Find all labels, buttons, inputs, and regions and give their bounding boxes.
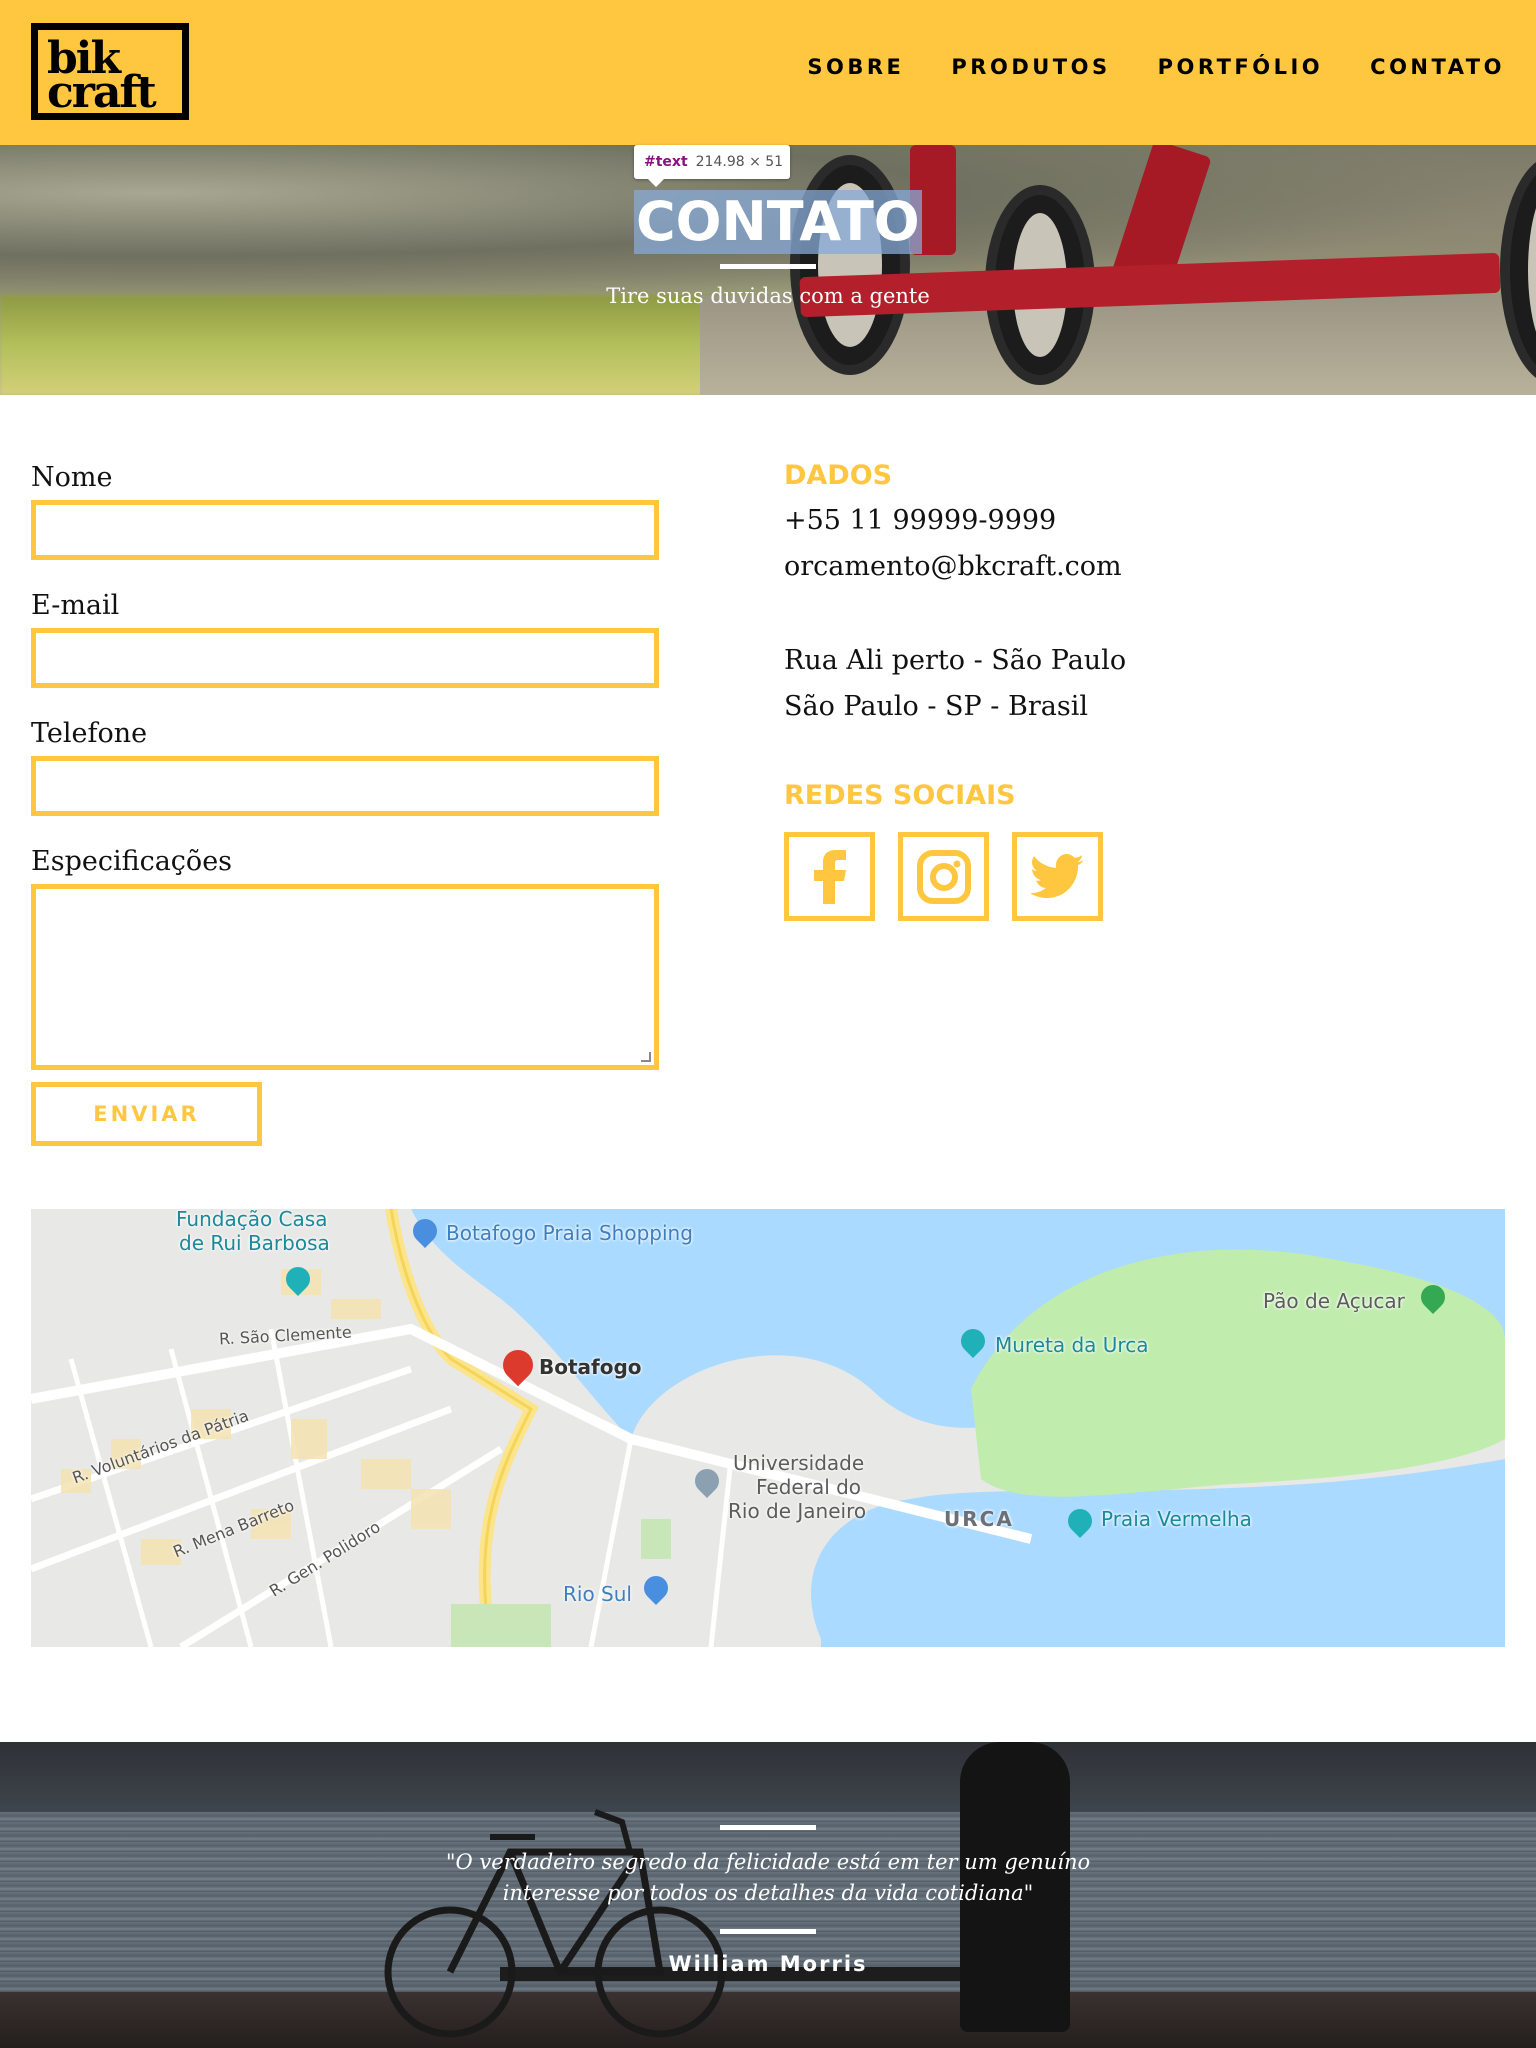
logo[interactable]: bik craft xyxy=(31,23,189,120)
specs-textarea[interactable] xyxy=(31,884,659,1070)
contact-email: orcamento@bkcraft.com xyxy=(784,551,1122,582)
name-input[interactable] xyxy=(31,500,659,560)
map-label-universidade-2: Federal do xyxy=(756,1475,862,1499)
address-line1: Rua Ali perto - São Paulo xyxy=(784,645,1127,676)
logo-line2: craft xyxy=(47,67,157,118)
nav-link-contato[interactable]: CONTATO xyxy=(1370,55,1505,79)
devtools-tooltip: #text 214.98 × 51 xyxy=(634,145,790,187)
instagram-icon xyxy=(916,849,971,904)
social-links xyxy=(784,832,1103,921)
specs-label: Especificações xyxy=(31,846,233,877)
quote-text: "O verdadeiro segredo da felicidade está… xyxy=(418,1847,1118,1909)
map-label-universidade-1: Universidade xyxy=(733,1451,865,1475)
contact-phone: +55 11 99999-9999 xyxy=(784,505,1057,536)
location-map[interactable]: Fundação Casa de Rui Barbosa Botafogo Pr… xyxy=(31,1209,1505,1647)
hero-grass xyxy=(0,295,760,395)
data-heading: DADOS xyxy=(784,460,893,491)
send-button[interactable]: ENVIAR xyxy=(31,1082,262,1146)
email-label: E-mail xyxy=(31,590,120,621)
name-label: Nome xyxy=(31,462,113,493)
contact-info: DADOS +55 11 99999-9999 orcamento@bkcraf… xyxy=(784,460,1484,812)
email-input[interactable] xyxy=(31,628,659,688)
map-label-pao: Pão de Açucar xyxy=(1263,1289,1405,1313)
title-divider xyxy=(720,264,816,269)
map-label-universidade-3: Rio de Janeiro xyxy=(728,1499,867,1523)
quote-author: William Morris xyxy=(668,1952,868,1976)
hero-banner xyxy=(0,145,1536,395)
phone-input[interactable] xyxy=(31,756,659,816)
facebook-icon xyxy=(813,849,846,904)
page-title: CONTATO xyxy=(634,190,922,254)
page-subtitle: Tire suas duvidas com a gente xyxy=(606,284,930,308)
contact-form: Nome E-mail Telefone Especificações xyxy=(31,460,659,1070)
map-label-praia-vermelha: Praia Vermelha xyxy=(1101,1507,1252,1531)
site-header: bik craft SOBRE PRODUTOS PORTFÓLIO CONTA… xyxy=(0,0,1536,145)
nav-link-portfolio[interactable]: PORTFÓLIO xyxy=(1158,55,1324,79)
address-line2: São Paulo - SP - Brasil xyxy=(784,691,1088,722)
map-graphic xyxy=(31,1209,1505,1647)
nav-link-sobre[interactable]: SOBRE xyxy=(807,55,904,79)
map-label-urca: URCA xyxy=(944,1507,1014,1531)
map-label-fundacao: Fundação Casa xyxy=(176,1209,328,1231)
quote-line1: "O verdadeiro segredo da felicidade está… xyxy=(445,1850,1091,1874)
main-nav: SOBRE PRODUTOS PORTFÓLIO CONTATO xyxy=(807,55,1505,79)
quote-divider-bottom xyxy=(720,1929,816,1934)
map-label-rio-sul: Rio Sul xyxy=(563,1582,632,1606)
devtools-tooltip-tag: #text xyxy=(644,154,688,170)
quote-divider-top xyxy=(720,1825,816,1830)
map-label-botafogo-shopping: Botafogo Praia Shopping xyxy=(446,1221,693,1245)
twitter-link[interactable] xyxy=(1012,832,1103,921)
twitter-icon xyxy=(1030,853,1084,898)
map-label-fundacao-2: de Rui Barbosa xyxy=(179,1231,330,1255)
map-label-botafogo: Botafogo xyxy=(539,1355,642,1379)
instagram-link[interactable] xyxy=(898,832,989,921)
map-label-mureta: Mureta da Urca xyxy=(995,1333,1149,1357)
facebook-link[interactable] xyxy=(784,832,875,921)
devtools-tooltip-size: 214.98 × 51 xyxy=(695,154,784,170)
social-heading: REDES SOCIAIS xyxy=(784,780,1016,811)
nav-link-produtos[interactable]: PRODUTOS xyxy=(951,55,1110,79)
quote-line2: interesse por todos os detalhes da vida … xyxy=(502,1881,1034,1905)
phone-label: Telefone xyxy=(31,718,148,749)
